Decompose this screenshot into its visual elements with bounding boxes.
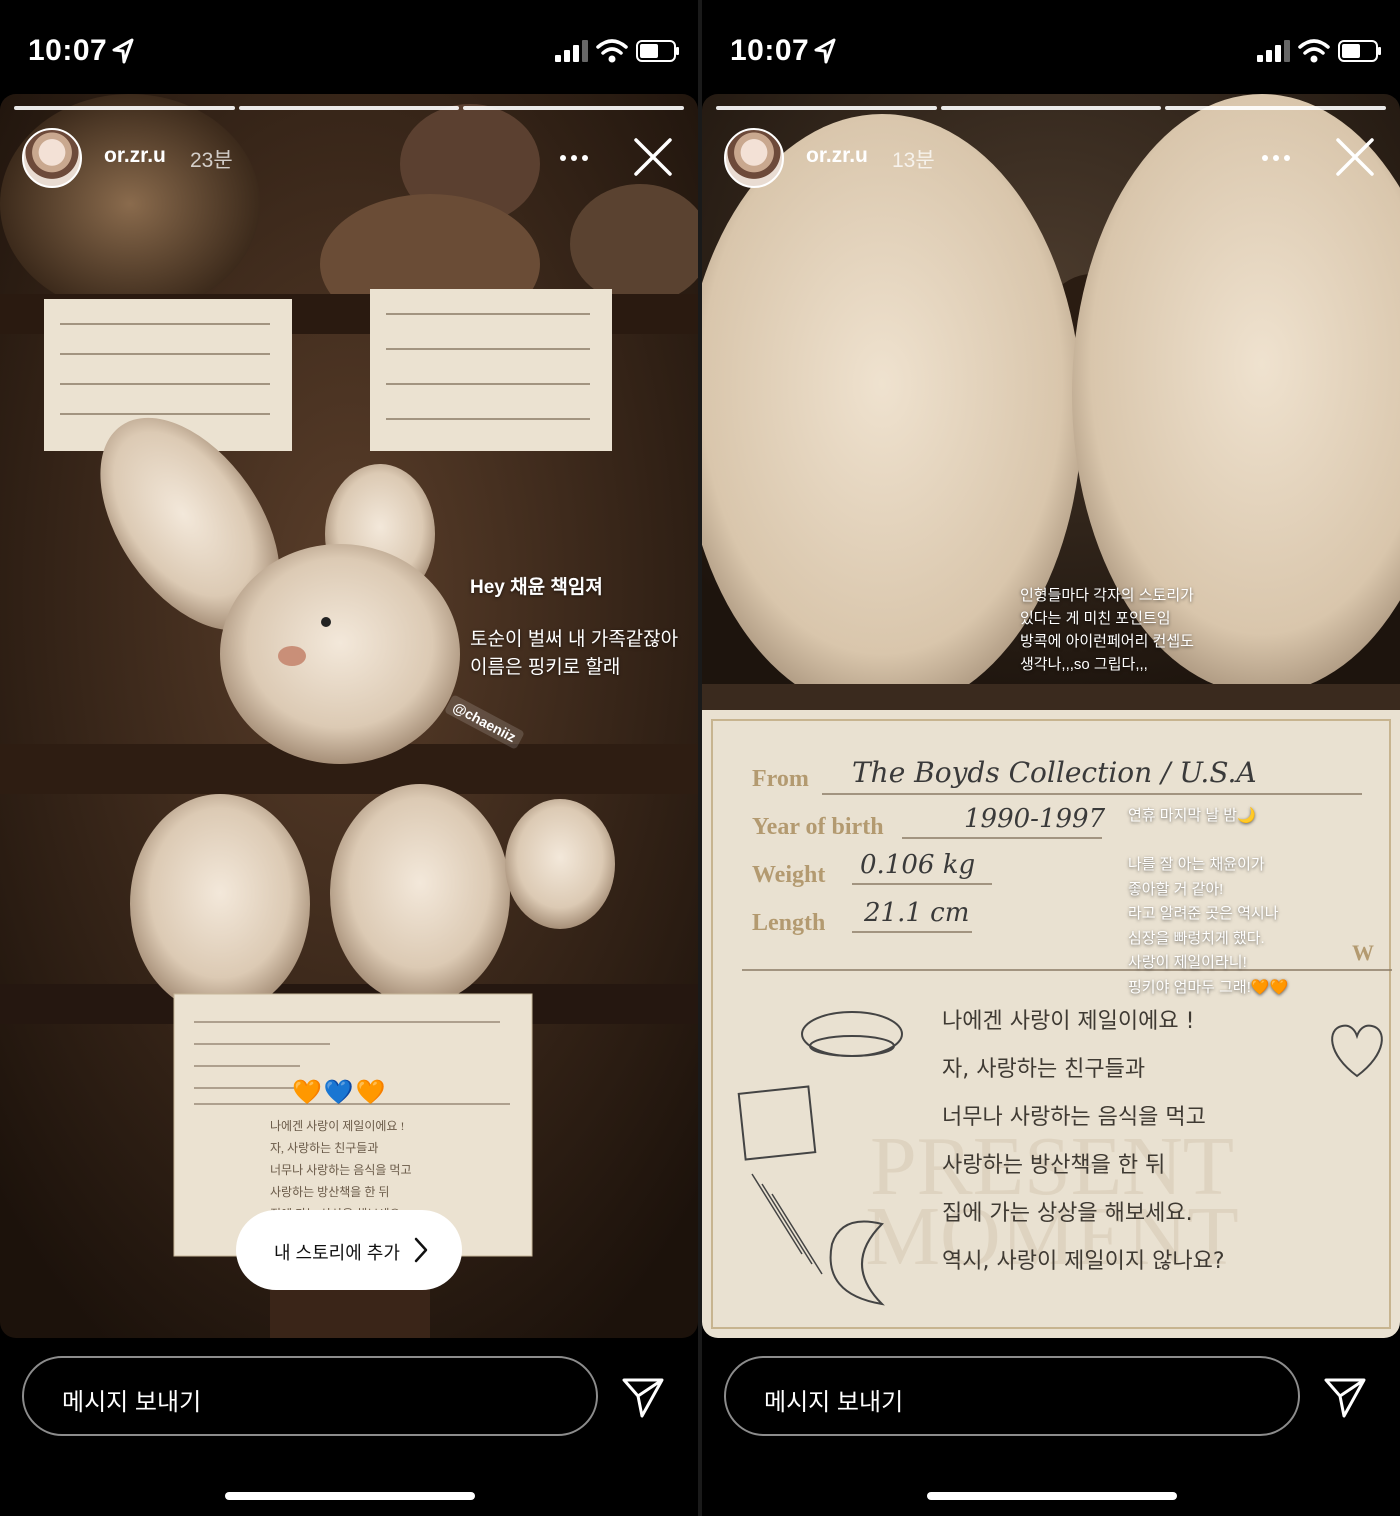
message-input[interactable]: 메시지 보내기	[22, 1356, 598, 1436]
progress-segment	[463, 106, 685, 110]
svg-text:너무나 사랑하는 음식을 먹고: 너무나 사랑하는 음식을 먹고	[270, 1163, 411, 1177]
more-options-icon[interactable]	[1260, 146, 1292, 170]
progress-segment	[940, 106, 1162, 110]
status-time: 10:07	[730, 34, 810, 67]
story-photo-bunny-shelf: 나에겐 사랑이 제일이에요 ! 자, 사랑하는 친구들과 너무나 사랑하는 음식…	[0, 94, 698, 1338]
card-length-value: 21.1 cm	[864, 898, 970, 928]
close-icon[interactable]	[1334, 136, 1376, 178]
card-w-mark: W	[1352, 940, 1374, 965]
handwriting-line: 사랑하는 방산책을 한 뒤	[942, 1153, 1166, 1178]
status-time: 10:07	[28, 34, 108, 67]
send-icon[interactable]	[1322, 1374, 1368, 1420]
card-handwriting: 나에겐 사랑이 제일이에요 ! 자, 사랑하는 친구들과 너무나 사랑하는 음식…	[942, 998, 1382, 1286]
battery-icon	[1338, 40, 1381, 62]
progress-segment	[14, 106, 235, 110]
caption-card: 연휴 마지막 날 밤🌙 나를 잘 아는 채윤이가 좋아할 거 같아! 라고 알려…	[1128, 807, 1289, 996]
avatar[interactable]	[724, 128, 784, 188]
signal-icon	[555, 40, 588, 62]
card-from-value: The Boyds Collection / U.S.A	[852, 756, 1257, 789]
caption-body: 토순이 벌써 내 가족같잖아 이름은 핑키로 할래	[470, 629, 679, 678]
status-bar: 10:07	[0, 0, 698, 100]
card-birth-label: Year of birth	[752, 814, 884, 840]
story-media[interactable]: PRESENT MOMENT or.zr.u 13분 인형들마다 각자의 스토리…	[702, 94, 1400, 1338]
battery-icon	[636, 40, 679, 62]
progress-segment	[716, 106, 937, 110]
story-panel-left: 10:07 나에겐 사랑이 제일이에요 ! 자, 사랑하는 친구들과 너무나 사…	[0, 0, 698, 1516]
wifi-icon	[1298, 39, 1330, 63]
handwriting-line: 너무나 사랑하는 음식을 먹고	[942, 1105, 1206, 1130]
location-arrow-icon	[112, 38, 134, 64]
handwriting-line: 역시, 사랑이 제일이지 않나요?	[942, 1249, 1225, 1274]
username[interactable]: or.zr.u	[806, 144, 868, 168]
close-icon[interactable]	[632, 136, 674, 178]
message-input[interactable]: 메시지 보내기	[724, 1356, 1300, 1436]
caption-top: 인형들마다 각자의 스토리가 있다는 게 미친 포인트임 방콕에 아이런페어리 …	[1020, 587, 1194, 673]
status-bar: 10:07	[702, 0, 1400, 100]
add-to-story-button[interactable]: 내 스토리에 추가	[236, 1210, 462, 1290]
story-time-ago: 23분	[190, 149, 233, 172]
card-birth-value: 1990-1997	[964, 804, 1106, 834]
handwriting-line: 자, 사랑하는 친구들과	[942, 1057, 1146, 1082]
progress-segment	[238, 106, 460, 110]
heart-emojis: 🧡💙🧡	[292, 1079, 388, 1106]
wifi-icon	[596, 39, 628, 63]
story-header: or.zr.u 23분	[22, 128, 684, 188]
handwriting-line: 나에겐 사랑이 제일이에요 !	[942, 1009, 1195, 1034]
add-to-story-label: 내 스토리에 추가	[274, 1243, 400, 1263]
svg-text:자, 사랑하는 친구들과: 자, 사랑하는 친구들과	[270, 1141, 378, 1155]
caption-title: Hey 채윤 책임져	[470, 577, 603, 598]
more-options-icon[interactable]	[558, 146, 590, 170]
svg-text:나에겐 사랑이 제일이에요 !: 나에겐 사랑이 제일이에요 !	[270, 1119, 404, 1133]
card-from-label: From	[752, 766, 809, 792]
message-placeholder: 메시지 보내기	[62, 1389, 202, 1416]
card-weight-value: 0.106 kg	[860, 850, 976, 880]
progress-segment	[1165, 106, 1387, 110]
handwriting-line: 집에 가는 상상을 해보세요.	[942, 1201, 1193, 1226]
story-header: or.zr.u 13분	[724, 128, 1386, 188]
story-progress	[716, 106, 1387, 110]
card-doodles-icon	[737, 1011, 903, 1306]
svg-text:사랑하는 방산책을 한 뒤: 사랑하는 방산책을 한 뒤	[270, 1184, 389, 1199]
username[interactable]: or.zr.u	[104, 144, 166, 168]
signal-icon	[1257, 40, 1290, 62]
story-progress	[14, 106, 685, 110]
avatar[interactable]	[22, 128, 82, 188]
home-indicator	[225, 1492, 475, 1500]
home-indicator	[927, 1492, 1177, 1500]
location-arrow-icon	[814, 38, 836, 64]
message-placeholder: 메시지 보내기	[764, 1389, 904, 1416]
card-length-label: Length	[752, 910, 826, 936]
heart-doodle-icon	[1331, 1024, 1383, 1078]
send-icon[interactable]	[620, 1374, 666, 1420]
story-media[interactable]: 나에겐 사랑이 제일이에요 ! 자, 사랑하는 친구들과 너무나 사랑하는 음식…	[0, 94, 698, 1338]
card-weight-label: Weight	[752, 862, 826, 888]
story-time-ago: 13분	[892, 149, 935, 172]
chevron-right-icon	[414, 1237, 428, 1263]
story-panel-right: 10:07 PRESENT MOMENT or.zr.u 13분 인형들마다 각…	[702, 0, 1400, 1516]
